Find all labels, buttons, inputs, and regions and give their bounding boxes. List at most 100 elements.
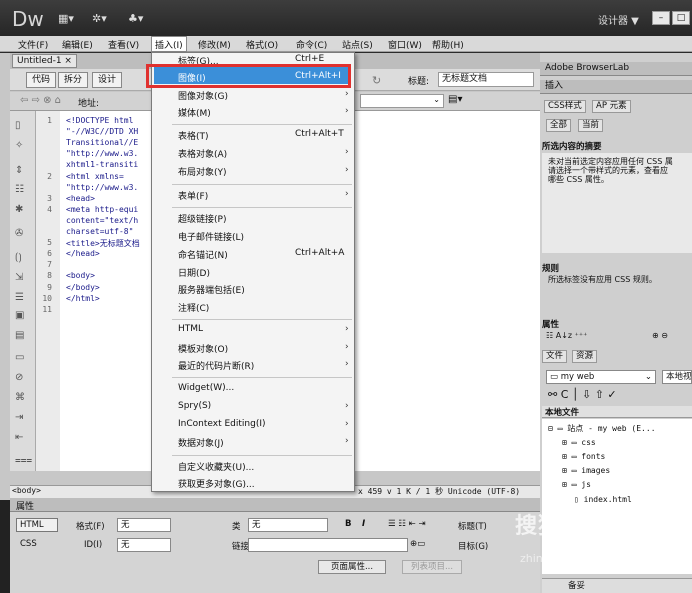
- menu-item[interactable]: 命名锚记(N): [178, 248, 228, 261]
- menu-item[interactable]: 表单(F): [178, 189, 208, 202]
- menu-item[interactable]: 获取更多对象(G)...: [178, 477, 255, 490]
- minimize-icon[interactable]: –: [652, 11, 670, 25]
- menu-item[interactable]: 超级链接(P): [178, 212, 226, 225]
- file-toolbar-icons[interactable]: ⚯ C │ ⇩ ⇧ ✓: [548, 388, 617, 401]
- menu-item[interactable]: 媒体(M): [178, 106, 211, 119]
- code-line: <title>无标题文档: [66, 239, 140, 249]
- syntax-icon[interactable]: ☰: [15, 292, 24, 303]
- id-label: ID(I): [84, 540, 103, 550]
- outdent-icon[interactable]: ⇤: [15, 432, 23, 443]
- format-select[interactable]: 无: [117, 518, 171, 532]
- site-select[interactable]: ▭ my web ⌄: [546, 370, 656, 384]
- indent-right-icon[interactable]: ⇥: [15, 412, 23, 423]
- bold-button[interactable]: B: [345, 519, 351, 529]
- tree-css[interactable]: ⊞ ▭ css: [562, 438, 596, 447]
- menu-file[interactable]: 文件(F): [18, 38, 48, 51]
- address-input[interactable]: ⌄: [360, 94, 444, 108]
- menu-item[interactable]: InContext Editing(I): [178, 419, 266, 429]
- restore-icon[interactable]: □: [672, 11, 690, 25]
- split-view-button[interactable]: 拆分: [58, 72, 89, 88]
- select-parent-icon[interactable]: ☷: [15, 184, 24, 195]
- tree-images[interactable]: ⊞ ▭ images: [562, 466, 610, 475]
- menu-modify[interactable]: 修改(M): [198, 38, 231, 51]
- target-label: 目标(G): [458, 542, 489, 552]
- italic-button[interactable]: I: [362, 519, 365, 529]
- highlight-icon[interactable]: ⟮⟯: [15, 252, 22, 263]
- nav-buttons-icon[interactable]: ⇦ ⇨ ⊗ ⌂: [20, 95, 61, 106]
- workspace-switcher[interactable]: 设计器 ▼: [598, 12, 639, 27]
- tree-site-root[interactable]: ⊟ ▭ 站点 - my web (E...: [548, 423, 656, 434]
- menu-item[interactable]: 表格对象(A): [178, 147, 227, 160]
- tree-index-html[interactable]: ▯ index.html: [574, 495, 632, 504]
- menu-format[interactable]: 格式(O): [246, 38, 278, 51]
- open-documents-icon[interactable]: ▯: [15, 120, 21, 131]
- css-mode-button[interactable]: CSS: [20, 539, 37, 549]
- property-view-icons[interactable]: ☷ A↓z ⁺⁺⁺: [546, 331, 587, 340]
- document-tab[interactable]: Untitled-1 ×: [12, 54, 77, 68]
- menu-item[interactable]: 服务器端包括(E): [178, 283, 245, 296]
- tab-files[interactable]: 文件: [542, 350, 568, 363]
- tag-selector[interactable]: <body>: [12, 486, 41, 495]
- gear-icon[interactable]: ✲▾: [92, 12, 107, 25]
- menu-item[interactable]: HTML: [178, 324, 203, 334]
- menu-item[interactable]: 最近的代码片断(R): [178, 359, 254, 372]
- insert-panel-header[interactable]: 插入: [540, 80, 692, 94]
- point-to-file-icon[interactable]: ⊕▭: [410, 539, 425, 549]
- browse-menu-icon[interactable]: ▤▾: [448, 94, 462, 105]
- refresh-icon[interactable]: ↻: [372, 74, 381, 87]
- menu-help[interactable]: 帮助(H): [432, 38, 464, 51]
- current-button[interactable]: 当前: [578, 119, 604, 132]
- page-properties-button[interactable]: 页面属性...: [318, 560, 386, 574]
- html-mode-button[interactable]: HTML: [16, 518, 58, 532]
- menu-item[interactable]: 自定义收藏夹(U)...: [178, 460, 254, 473]
- menu-item[interactable]: Spry(S): [178, 401, 211, 411]
- line-numbers-icon[interactable]: ✇: [15, 228, 23, 239]
- menu-item[interactable]: 图像对象(G): [178, 89, 228, 102]
- tab-css-styles[interactable]: CSS样式: [544, 100, 586, 113]
- tab-ap-elements[interactable]: AP 元素: [592, 100, 631, 113]
- menu-item[interactable]: Widget(W)...: [178, 383, 234, 393]
- menu-item[interactable]: 电子邮件链接(L): [178, 230, 244, 243]
- tab-assets[interactable]: 资源: [572, 350, 598, 363]
- balance-icon[interactable]: ✱: [15, 204, 23, 215]
- format-icon[interactable]: ⊘: [15, 372, 23, 383]
- tree-fonts[interactable]: ⊞ ▭ fonts: [562, 452, 605, 461]
- move-css-icon[interactable]: ⌘: [15, 392, 25, 403]
- code-view-button[interactable]: 代码: [26, 72, 57, 88]
- layout-icon[interactable]: ▦▾: [58, 12, 74, 25]
- line-number: 8: [47, 271, 52, 281]
- all-button[interactable]: 全部: [546, 119, 572, 132]
- link-input[interactable]: [248, 538, 408, 552]
- indent-icon[interactable]: ▣: [15, 310, 24, 321]
- menu-edit[interactable]: 编辑(E): [62, 38, 93, 51]
- wrap-icon[interactable]: ⇲: [15, 272, 23, 283]
- view-select[interactable]: 本地视图: [662, 370, 692, 384]
- menu-item[interactable]: 表格(T): [178, 129, 209, 142]
- site-icon[interactable]: ♣▾: [128, 12, 143, 25]
- snippet-icon[interactable]: ▭: [15, 352, 24, 363]
- title-input[interactable]: 无标题文档: [438, 72, 534, 87]
- menu-item[interactable]: 数据对象(J): [178, 436, 224, 449]
- menu-window[interactable]: 窗口(W): [388, 38, 422, 51]
- format-source-icon[interactable]: ⩶: [15, 455, 32, 466]
- class-select[interactable]: 无: [248, 518, 328, 532]
- menu-site[interactable]: 站点(S): [342, 38, 373, 51]
- id-select[interactable]: 无: [117, 538, 171, 552]
- menu-item[interactable]: 注释(C): [178, 301, 209, 314]
- menu-item[interactable]: 模板对象(O): [178, 342, 228, 355]
- list-item-button[interactable]: 列表项目...: [402, 560, 462, 574]
- menu-item[interactable]: 布局对象(Y): [178, 165, 227, 178]
- comment-icon[interactable]: ▤: [15, 330, 24, 341]
- browserlab-header[interactable]: Adobe BrowserLab: [540, 62, 692, 76]
- property-actions-icon[interactable]: ⊕ ⊖: [652, 331, 668, 340]
- list-buttons-icon[interactable]: ☰ ☷ ⇤ ⇥: [388, 519, 426, 529]
- menu-item[interactable]: 日期(D): [178, 266, 210, 279]
- design-view-button[interactable]: 设计: [92, 72, 123, 88]
- collapse-icon[interactable]: ✧: [15, 140, 23, 151]
- menu-view[interactable]: 查看(V): [108, 38, 139, 51]
- tree-js[interactable]: ⊞ ▭ js: [562, 480, 591, 489]
- menu-commands[interactable]: 命令(C): [296, 38, 327, 51]
- expand-icon[interactable]: ⇕: [15, 165, 23, 176]
- properties-header: [10, 498, 540, 512]
- menu-insert[interactable]: 插入(I): [151, 36, 187, 52]
